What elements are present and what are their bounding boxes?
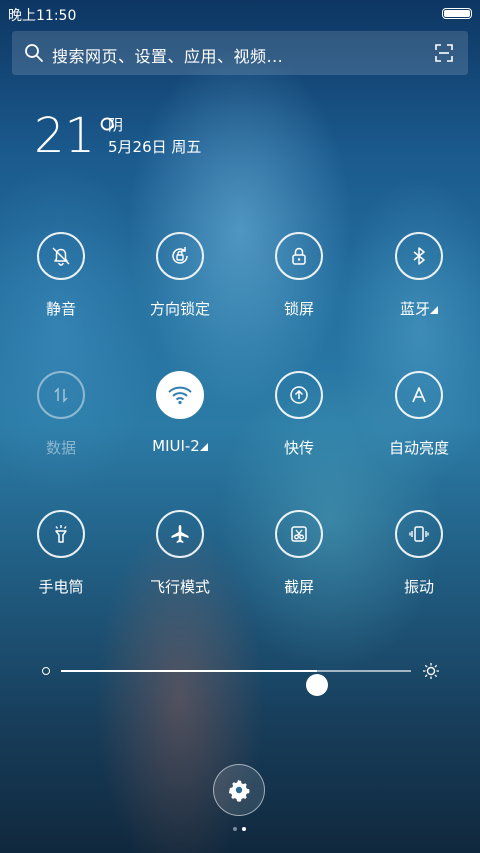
toggle-label: MIUI-2	[152, 437, 200, 455]
toggle-circle[interactable]	[275, 510, 323, 558]
toggle-label: 蓝牙	[399, 300, 430, 318]
search-placeholder: 搜索网页、设置、应用、视频...	[52, 47, 284, 66]
toggle-label-row: MIUI-2	[125, 437, 235, 455]
toggle-circle[interactable]	[156, 510, 204, 558]
battery-level	[444, 10, 470, 17]
rotation-lock-icon	[172, 247, 188, 264]
search-bar[interactable]: 搜索网页、设置、应用、视频...	[12, 31, 468, 75]
status-bar: 晚上11:50	[0, 0, 480, 28]
toggle-label: 数据	[45, 439, 76, 457]
toggle-label: 手电筒	[38, 578, 84, 596]
toggle-quick-transfer[interactable]: 快传	[244, 371, 354, 458]
toggle-screenshot[interactable]: 截屏	[244, 510, 354, 597]
toggle-wifi[interactable]: MIUI-2	[125, 371, 235, 455]
toggle-circle[interactable]	[156, 371, 204, 419]
auto-brightness-icon	[412, 387, 426, 403]
battery-icon	[442, 8, 472, 19]
screenshot-icon	[291, 526, 307, 542]
page-indicator	[232, 827, 248, 833]
brightness-fill	[61, 670, 317, 672]
lock-icon	[292, 247, 306, 265]
toggle-circle[interactable]	[395, 232, 443, 280]
menu-indicator-icon	[199, 443, 208, 451]
toggle-rotation-lock[interactable]: 方向锁定	[125, 232, 235, 319]
quick-transfer-icon	[290, 386, 308, 404]
toggle-circle[interactable]	[395, 510, 443, 558]
toggle-lock-screen[interactable]: 锁屏	[244, 232, 354, 319]
mobile-data-icon	[54, 387, 68, 403]
toggle-auto-brightness[interactable]: 自动亮度	[364, 371, 474, 458]
toggle-label: 锁屏	[283, 300, 314, 318]
toggle-label-row: 蓝牙	[364, 298, 474, 319]
toggle-circle[interactable]	[395, 371, 443, 419]
weather-condition: 阴	[108, 116, 124, 134]
toggle-circle[interactable]	[275, 371, 323, 419]
weather-date: 5月26日 周五	[108, 138, 202, 156]
brightness-track[interactable]	[61, 670, 411, 696]
brightness-high-icon	[423, 663, 439, 679]
menu-indicator-icon	[430, 306, 438, 314]
brightness-thumb[interactable]	[305, 674, 328, 696]
toggle-airplane-mode[interactable]: 飞行模式	[125, 510, 235, 597]
toggle-label: 截屏	[283, 578, 314, 596]
page-dot	[233, 827, 237, 831]
bell-off-icon	[52, 247, 70, 266]
toggle-vibrate[interactable]: 振动	[364, 510, 474, 597]
search-icon	[25, 44, 43, 62]
toggle-circle[interactable]	[275, 232, 323, 280]
toggle-circle[interactable]	[37, 232, 85, 280]
toggle-flashlight[interactable]: 手电筒	[6, 510, 116, 597]
flashlight-icon	[55, 525, 67, 543]
vibrate-icon	[409, 526, 429, 542]
toggle-circle[interactable]	[37, 371, 85, 419]
toggle-mobile-data[interactable]: 数据	[6, 371, 116, 458]
scan-icon[interactable]	[434, 43, 454, 63]
airplane-icon	[171, 525, 189, 543]
toggle-label: 静音	[45, 300, 76, 318]
settings-button[interactable]	[213, 764, 265, 816]
toggle-label: 自动亮度	[388, 439, 449, 457]
toggle-label: 方向锁定	[149, 300, 210, 318]
toggle-label: 振动	[403, 578, 434, 596]
brightness-low-icon	[42, 667, 50, 675]
toggle-bluetooth[interactable]: 蓝牙	[364, 232, 474, 319]
weather-temperature: 21°	[34, 108, 120, 164]
page-dot-active	[242, 827, 246, 831]
brightness-slider[interactable]	[36, 656, 446, 696]
bluetooth-icon	[413, 247, 425, 265]
wifi-icon	[168, 386, 192, 405]
toggle-label: 快传	[283, 439, 314, 457]
toggle-label: 飞行模式	[149, 578, 210, 596]
gear-icon	[228, 779, 250, 802]
toggle-circle[interactable]	[156, 232, 204, 280]
toggle-circle[interactable]	[37, 510, 85, 558]
toggle-mute[interactable]: 静音	[6, 232, 116, 319]
status-time: 晚上11:50	[8, 8, 77, 24]
